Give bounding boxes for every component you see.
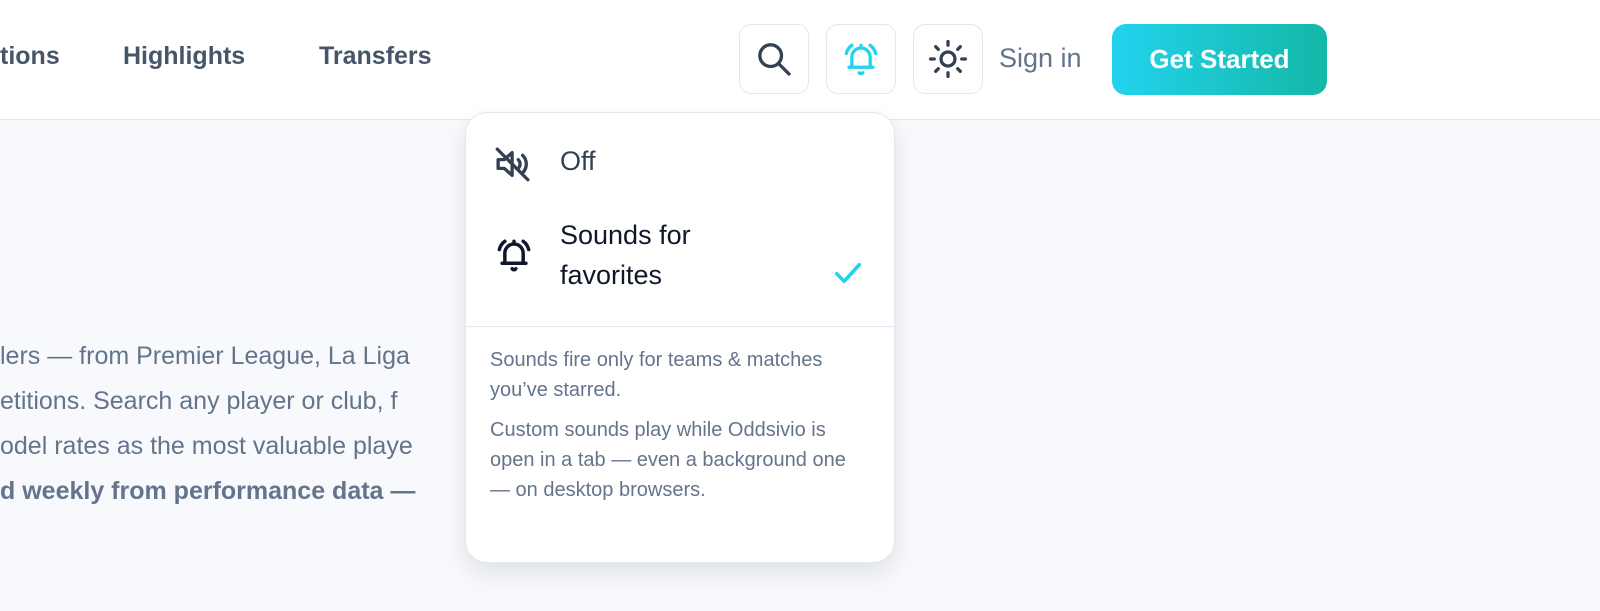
intro-text-line: odel rates as the most valuable playe	[0, 432, 413, 460]
top-navigation-bar: tions Highlights Transfers Sign in Get S…	[0, 0, 1600, 120]
nav-link-competitions[interactable]: tions	[0, 42, 60, 71]
intro-text-line-bold: d weekly from performance data —	[0, 477, 416, 505]
intro-text-line: lers — from Premier League, La Liga	[0, 342, 410, 370]
nav-link-transfers[interactable]: Transfers	[319, 42, 432, 71]
sun-icon	[928, 39, 968, 79]
sound-option-off[interactable]: Off	[466, 135, 894, 191]
notification-sound-button[interactable]	[826, 24, 896, 94]
search-button[interactable]	[739, 24, 809, 94]
checkmark-icon	[830, 255, 866, 296]
sound-settings-dropdown: Off Sounds for favorites Sounds fire onl…	[465, 112, 895, 563]
favorites-sound-note: Sounds fire only for teams & matches you…	[490, 349, 823, 401]
bell-ringing-icon	[492, 233, 536, 282]
menu-divider	[466, 326, 894, 327]
sound-option-off-label: Off	[560, 146, 596, 176]
sound-option-favorites[interactable]: Sounds for favorites	[466, 215, 894, 305]
background-sound-note: Custom sounds play while Oddsivio is ope…	[490, 419, 846, 501]
sound-option-favorites-label: Sounds for favorites	[560, 220, 691, 290]
search-icon	[758, 43, 791, 76]
theme-toggle-button[interactable]	[913, 24, 983, 94]
bell-ringing-icon	[844, 43, 878, 76]
nav-link-highlights[interactable]: Highlights	[123, 42, 245, 71]
sign-in-link[interactable]: Sign in	[999, 43, 1082, 74]
get-started-button[interactable]: Get Started	[1112, 24, 1327, 95]
intro-text-line: etitions. Search any player or club, f	[0, 387, 398, 415]
sound-off-icon	[492, 143, 534, 190]
